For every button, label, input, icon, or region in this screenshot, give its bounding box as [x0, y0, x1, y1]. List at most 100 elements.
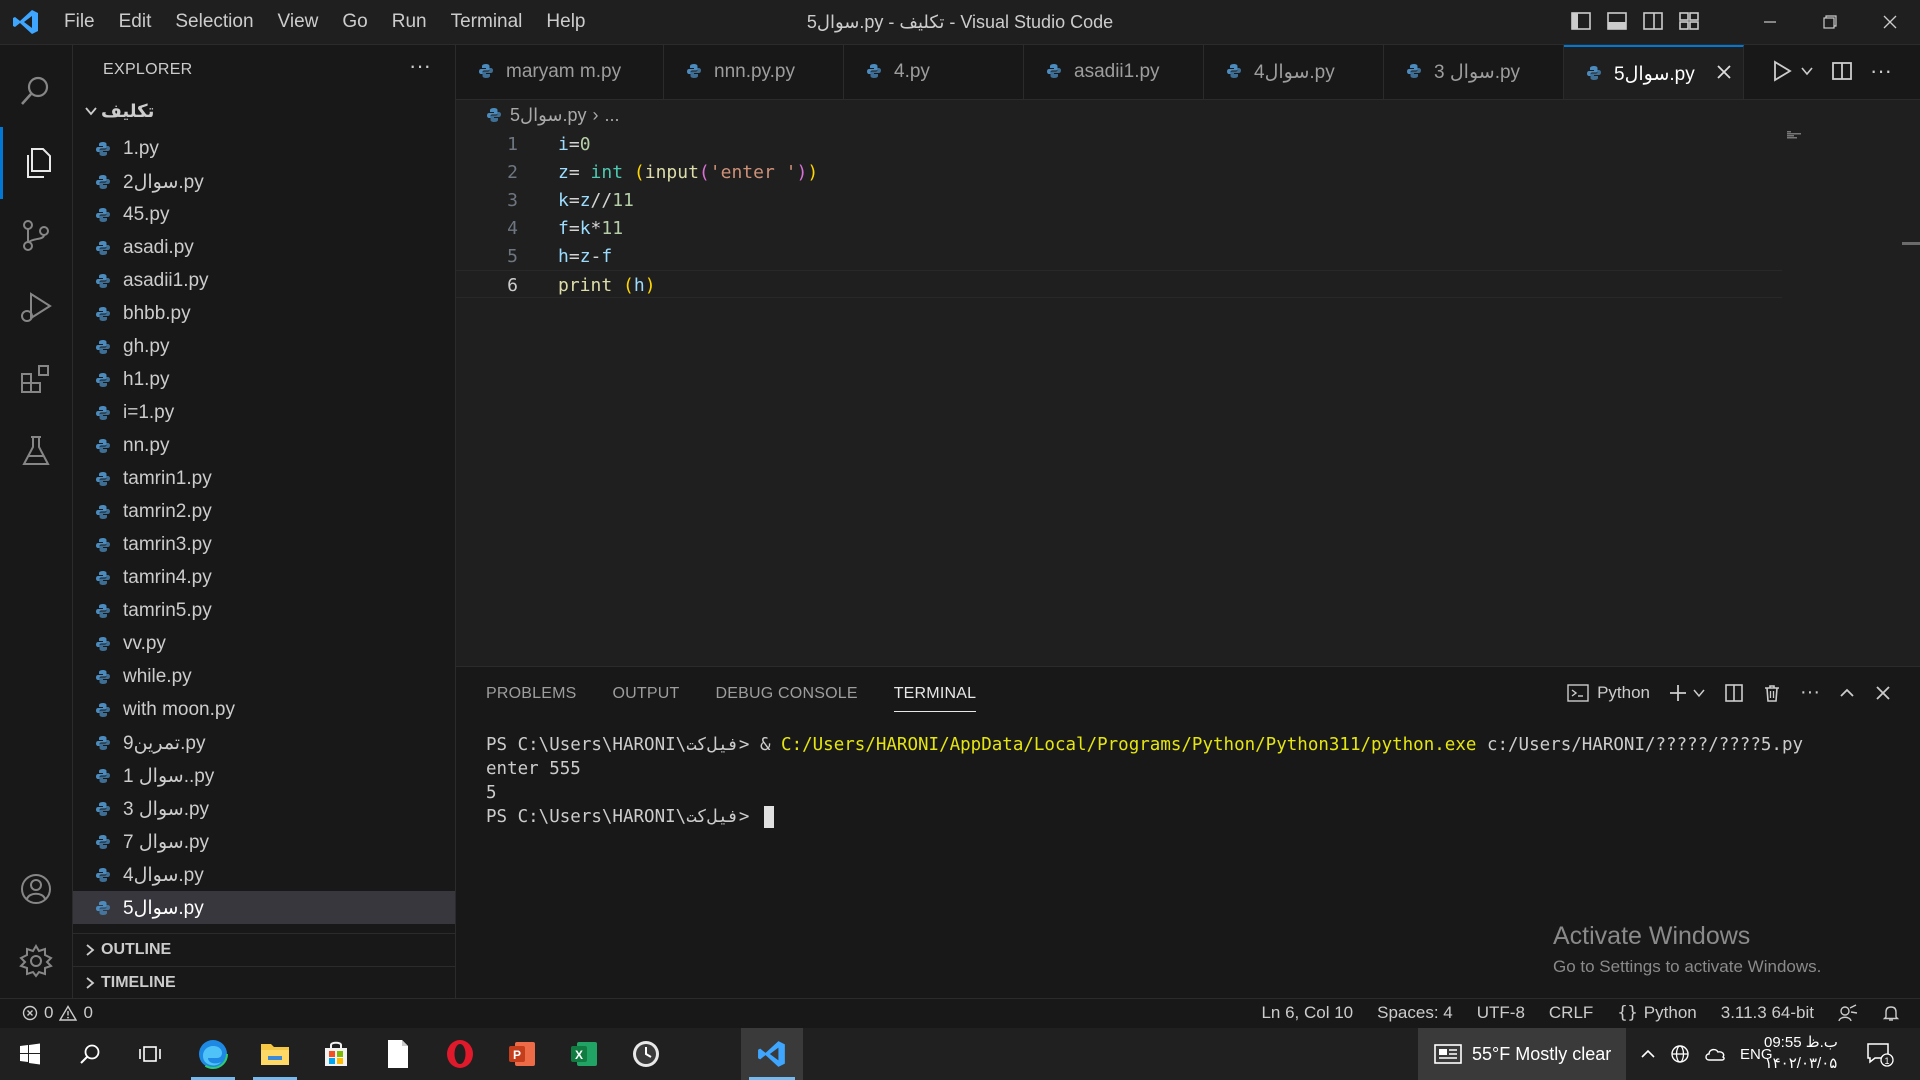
- file-item[interactable]: gh.py: [73, 330, 455, 363]
- weather-widget[interactable]: 55°F Mostly clear: [1418, 1028, 1626, 1080]
- code-line[interactable]: 2 z= int (input('enter ')): [456, 158, 1782, 186]
- accounts-icon[interactable]: [0, 853, 72, 925]
- tab-file[interactable]: asadii1.py: [1024, 45, 1204, 99]
- action-center-icon[interactable]: 1: [1850, 1028, 1910, 1080]
- timeline-section[interactable]: TIMELINE: [73, 966, 455, 999]
- extensions-icon[interactable]: [0, 343, 72, 415]
- taskbar-search-icon[interactable]: [60, 1028, 120, 1080]
- tab-file[interactable]: maryam m.py: [456, 45, 664, 99]
- close-tab-icon[interactable]: [1715, 63, 1733, 81]
- customize-layout-icon[interactable]: [1678, 10, 1700, 32]
- powerpoint-icon[interactable]: P: [492, 1028, 552, 1080]
- encoding[interactable]: UTF-8: [1477, 1003, 1525, 1023]
- toggle-panel-icon[interactable]: [1606, 10, 1628, 32]
- file-explorer-icon[interactable]: [245, 1028, 305, 1080]
- file-item[interactable]: tamrin4.py: [73, 561, 455, 594]
- close-window-button[interactable]: [1860, 0, 1920, 44]
- tab-active-file[interactable]: 5سوال.py: [1564, 45, 1744, 99]
- run-and-debug-icon[interactable]: [0, 271, 72, 343]
- file-item[interactable]: 3 سوال.py: [73, 792, 455, 825]
- windows-start-icon[interactable]: [0, 1028, 60, 1080]
- menu-terminal[interactable]: Terminal: [439, 0, 535, 44]
- file-item[interactable]: 7 سوال.py: [73, 825, 455, 858]
- toggle-primary-sidebar-icon[interactable]: [1570, 10, 1592, 32]
- file-item[interactable]: 9تمرین.py: [73, 726, 455, 759]
- split-editor-icon[interactable]: [1830, 59, 1854, 83]
- show-hidden-icons-chevron-icon[interactable]: [1640, 1046, 1656, 1062]
- clock-app-icon[interactable]: [616, 1028, 676, 1080]
- code-line[interactable]: 4 f=k*11: [456, 214, 1782, 242]
- file-item[interactable]: 45.py: [73, 198, 455, 231]
- outline-section[interactable]: OUTLINE: [73, 933, 455, 966]
- python-interpreter[interactable]: 3.11.3 64-bit: [1721, 1003, 1814, 1023]
- file-item[interactable]: nn.py: [73, 429, 455, 462]
- tab-file[interactable]: 3 سوال.py: [1384, 45, 1564, 99]
- run-dropdown-chevron-icon[interactable]: [1800, 64, 1814, 78]
- feedback-icon[interactable]: [1838, 1004, 1858, 1022]
- onedrive-cloud-icon[interactable]: [1704, 1045, 1726, 1063]
- close-panel-icon[interactable]: [1874, 684, 1892, 702]
- excel-icon[interactable]: X: [554, 1028, 614, 1080]
- vscode-taskbar-icon[interactable]: [741, 1028, 803, 1080]
- file-item[interactable]: i=1.py: [73, 396, 455, 429]
- more-actions-icon[interactable]: ···: [1870, 58, 1892, 84]
- opera-browser-icon[interactable]: [430, 1028, 490, 1080]
- editor-scrollbar[interactable]: [1902, 242, 1920, 245]
- menu-edit[interactable]: Edit: [107, 0, 164, 44]
- tab-problems[interactable]: PROBLEMS: [486, 685, 577, 712]
- terminal-dropdown-chevron-icon[interactable]: [1692, 686, 1706, 700]
- menu-run[interactable]: Run: [380, 0, 439, 44]
- maximize-panel-icon[interactable]: [1838, 684, 1856, 702]
- file-item[interactable]: 1 سوال..py: [73, 759, 455, 792]
- globe-icon[interactable]: [1670, 1044, 1690, 1064]
- toggle-secondary-sidebar-icon[interactable]: [1642, 10, 1664, 32]
- menu-help[interactable]: Help: [534, 0, 597, 44]
- explorer-more-actions-icon[interactable]: ···: [409, 53, 431, 79]
- cursor-position[interactable]: Ln 6, Col 10: [1261, 1003, 1353, 1023]
- panel-more-actions-icon[interactable]: ···: [1800, 681, 1820, 704]
- notifications-bell-icon[interactable]: [1882, 1004, 1900, 1022]
- tab-output[interactable]: OUTPUT: [613, 685, 680, 712]
- breadcrumb-symbols[interactable]: ...: [605, 105, 620, 126]
- menu-selection[interactable]: Selection: [163, 0, 265, 44]
- file-item[interactable]: 2سوال.py: [73, 165, 455, 198]
- tab-file[interactable]: 4.py: [844, 45, 1024, 99]
- tab-terminal[interactable]: TERMINAL: [893, 685, 977, 712]
- explorer-icon[interactable]: [0, 127, 72, 199]
- file-item[interactable]: tamrin1.py: [73, 462, 455, 495]
- menu-go[interactable]: Go: [330, 0, 379, 44]
- tab-file[interactable]: 4سوال.py: [1204, 45, 1384, 99]
- document-file-icon[interactable]: [368, 1028, 428, 1080]
- file-item[interactable]: asadii1.py: [73, 264, 455, 297]
- file-item[interactable]: tamrin2.py: [73, 495, 455, 528]
- taskbar-clock[interactable]: 09:55 ب.ظ ۱۴۰۲/۰۳/۰۵: [1764, 1032, 1838, 1074]
- breadcrumb-file[interactable]: 5سوال.py: [510, 105, 587, 126]
- new-terminal-plus-icon[interactable]: [1668, 683, 1688, 703]
- search-icon[interactable]: [0, 55, 72, 127]
- task-view-icon[interactable]: [120, 1028, 180, 1080]
- language-mode[interactable]: {} Python: [1617, 1003, 1696, 1023]
- file-item[interactable]: bhbb.py: [73, 297, 455, 330]
- terminal-shell-selector[interactable]: Python: [1567, 683, 1650, 703]
- indentation[interactable]: Spaces: 4: [1377, 1003, 1453, 1023]
- code-line[interactable]: 3 k=z//11: [456, 186, 1782, 214]
- file-item[interactable]: 5سوال.py: [73, 891, 455, 924]
- split-terminal-icon[interactable]: [1724, 683, 1744, 703]
- file-item[interactable]: tamrin3.py: [73, 528, 455, 561]
- file-item[interactable]: vv.py: [73, 627, 455, 660]
- file-item[interactable]: tamrin5.py: [73, 594, 455, 627]
- minimize-button[interactable]: [1740, 0, 1800, 44]
- file-item[interactable]: while.py: [73, 660, 455, 693]
- file-item[interactable]: 4سوال.py: [73, 858, 455, 891]
- tab-file[interactable]: nnn.py.py: [664, 45, 844, 99]
- settings-gear-icon[interactable]: [0, 925, 72, 997]
- tab-debug-console[interactable]: DEBUG CONSOLE: [716, 685, 858, 712]
- file-item[interactable]: 1.py: [73, 132, 455, 165]
- folder-row[interactable]: تکلیف: [73, 99, 455, 125]
- restore-button[interactable]: [1800, 0, 1860, 44]
- file-item[interactable]: asadi.py: [73, 231, 455, 264]
- edge-browser-icon[interactable]: [183, 1028, 243, 1080]
- menu-view[interactable]: View: [266, 0, 331, 44]
- menu-file[interactable]: File: [52, 0, 107, 44]
- code-line-current[interactable]: 6 print (h): [456, 270, 1782, 298]
